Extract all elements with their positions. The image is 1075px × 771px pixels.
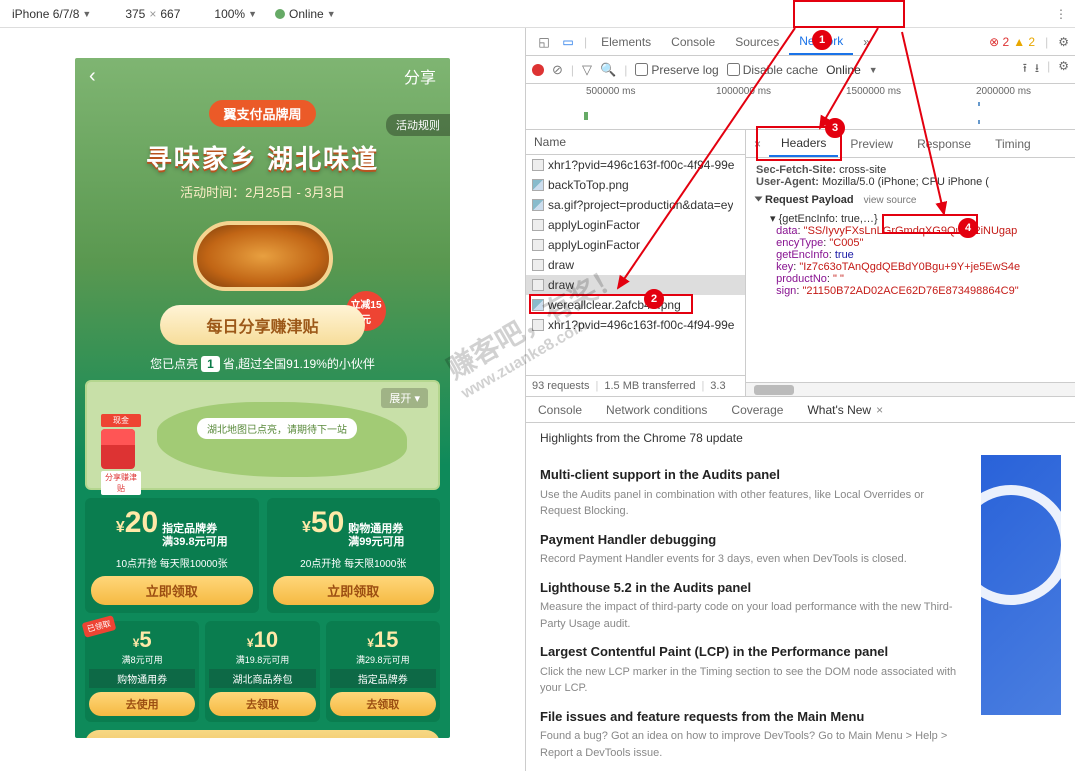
promo-image xyxy=(981,455,1061,715)
claim-button[interactable]: 立即领取 xyxy=(91,576,253,605)
back-icon[interactable]: ‹ xyxy=(89,65,96,88)
map-hint: 湖北地图已点亮，请期待下一站 xyxy=(197,418,357,439)
hero-title: 寻味家乡 湖北味道 xyxy=(75,139,450,176)
claim-button[interactable]: 立即领取 xyxy=(273,576,435,605)
whats-new-body: Multi-client support in the Audits panel… xyxy=(540,455,967,761)
preserve-log-checkbox[interactable]: Preserve log xyxy=(635,63,718,77)
record-icon[interactable] xyxy=(532,64,544,76)
tab-network[interactable]: Network xyxy=(789,28,853,55)
request-row[interactable]: applyLoginFactor xyxy=(526,235,745,255)
coupon-15: ¥15 满29.8元可用 指定品牌券 去领取 xyxy=(326,621,440,722)
online-select[interactable]: Online xyxy=(826,63,861,77)
request-row[interactable]: draw xyxy=(526,275,745,295)
throttle-select[interactable]: Online▼ xyxy=(275,7,336,21)
tab-console[interactable]: Console xyxy=(661,28,725,55)
share-button[interactable]: 分享 xyxy=(404,64,436,88)
news-item-title[interactable]: File issues and feature requests from th… xyxy=(540,707,967,727)
daily-share-button[interactable]: 每日分享赚津贴 xyxy=(160,305,364,345)
drawer: Console Network conditions Coverage What… xyxy=(526,396,1075,771)
request-row[interactable]: xhr1?pvid=496c163f-f00c-4f94-99e xyxy=(526,155,745,175)
viewport-width[interactable]: 375 xyxy=(125,7,145,21)
claim-button[interactable]: 去领取 xyxy=(209,692,315,716)
device-select[interactable]: iPhone 6/7/8▼ xyxy=(12,7,91,21)
claim-button[interactable]: 去领取 xyxy=(330,692,436,716)
close-detail-icon[interactable]: × xyxy=(746,130,769,157)
use-button[interactable]: 去使用 xyxy=(89,692,195,716)
coupon-20: ¥20指定品牌券满39.8元可用 10点开抢 每天限10000张 立即领取 xyxy=(85,498,259,613)
hero-image xyxy=(193,221,333,291)
headers-body: Sec-Fetch-Site: cross-site User-Agent: M… xyxy=(746,158,1075,382)
drawer-tab-coverage[interactable]: Coverage xyxy=(719,397,795,422)
zoom-select[interactable]: 100%▼ xyxy=(214,7,257,21)
horizontal-scrollbar[interactable] xyxy=(746,382,1075,396)
devtools-tabs: ◱ ▭ | Elements Console Sources Network »… xyxy=(526,28,1075,56)
detail-tabs: × Headers Preview Response Timing xyxy=(746,130,1075,158)
red-envelope-icon: 现金 分享赚津贴 xyxy=(101,414,141,495)
request-list: xhr1?pvid=496c163f-f00c-4f94-99ebackToTo… xyxy=(526,155,745,375)
news-item-title[interactable]: Multi-client support in the Audits panel xyxy=(540,465,967,485)
coupon-50: ¥50购物通用券满99元可用 20点开抢 每天限1000张 立即领取 xyxy=(267,498,441,613)
network-toolbar: ⊘ | ▽ 🔍 | Preserve log Disable cache Onl… xyxy=(526,56,1075,84)
brand-pill: 翼支付品牌周 xyxy=(209,100,315,127)
section-banner: 湖北精选地道美味 xyxy=(85,730,440,738)
map-card[interactable]: 展开 ▾ 现金 分享赚津贴 湖北地图已点亮，请期待下一站 xyxy=(85,380,440,490)
drawer-tab-network-conditions[interactable]: Network conditions xyxy=(594,397,719,422)
devtools-panel: ◱ ▭ | Elements Console Sources Network »… xyxy=(525,28,1075,771)
drawer-tab-console[interactable]: Console xyxy=(526,397,594,422)
tabs-overflow-icon[interactable]: » xyxy=(853,28,880,55)
view-source-link[interactable]: view source xyxy=(864,195,917,206)
name-column-header[interactable]: Name xyxy=(526,130,745,155)
tab-sources[interactable]: Sources xyxy=(725,28,789,55)
disable-cache-checkbox[interactable]: Disable cache xyxy=(727,63,818,77)
hero-subtitle: 活动时间：2月25日 - 3月3日 xyxy=(75,182,450,201)
error-badge[interactable]: ⊗ 2 xyxy=(989,35,1009,49)
tab-headers[interactable]: Headers xyxy=(769,130,838,157)
search-icon[interactable]: 🔍 xyxy=(600,62,616,78)
coupon-10: ¥10 满19.8元可用 湖北商品券包 去领取 xyxy=(205,621,319,722)
export-icon[interactable]: ⭳ xyxy=(1035,59,1039,80)
timeline-overview[interactable]: 500000 ms 1000000 ms 1500000 ms 2000000 … xyxy=(526,84,1075,130)
tab-timing[interactable]: Timing xyxy=(983,130,1043,157)
clear-icon[interactable]: ⊘ xyxy=(552,62,563,78)
request-row[interactable]: draw xyxy=(526,255,745,275)
device-toolbar: iPhone 6/7/8▼ 375 × 667 100%▼ Online▼ ⋮ xyxy=(0,0,1075,28)
expand-button[interactable]: 展开 ▾ xyxy=(381,388,428,408)
warning-badge[interactable]: ▲ 2 xyxy=(1013,35,1035,49)
viewport-height[interactable]: 667 xyxy=(160,7,180,21)
device-frame: ‹ 分享 翼支付品牌周 活动规则 寻味家乡 湖北味道 活动时间：2月25日 - … xyxy=(0,28,525,771)
request-row[interactable]: backToTop.png xyxy=(526,175,745,195)
inspect-icon[interactable]: ◱ xyxy=(536,34,552,50)
progress-text: 您已点亮1省,超过全国91.19%的小伙伴 xyxy=(75,355,450,372)
tab-elements[interactable]: Elements xyxy=(591,28,661,55)
tab-preview[interactable]: Preview xyxy=(838,130,905,157)
news-item-title[interactable]: Lighthouse 5.2 in the Audits panel xyxy=(540,578,967,598)
tab-response[interactable]: Response xyxy=(905,130,983,157)
news-item-title[interactable]: Payment Handler debugging xyxy=(540,530,967,550)
coupon-5: 已领取 ¥5 满8元可用 购物通用券 去使用 xyxy=(85,621,199,722)
device-toggle-icon[interactable]: ▭ xyxy=(560,34,576,50)
close-icon[interactable]: × xyxy=(876,403,883,417)
phone-viewport: ‹ 分享 翼支付品牌周 活动规则 寻味家乡 湖北味道 活动时间：2月25日 - … xyxy=(75,58,450,738)
request-row[interactable]: wereallclear.2afcb4e.png xyxy=(526,295,745,315)
request-row[interactable]: xhr1?pvid=496c163f-f00c-4f94-99e xyxy=(526,315,745,335)
news-item-title[interactable]: Largest Contentful Paint (LCP) in the Pe… xyxy=(540,642,967,662)
request-row[interactable]: applyLoginFactor xyxy=(526,215,745,235)
request-row[interactable]: sa.gif?project=production&data=ey xyxy=(526,195,745,215)
rules-button[interactable]: 活动规则 xyxy=(386,114,450,136)
import-icon[interactable]: ⭱ xyxy=(1023,59,1027,80)
drawer-tab-whats-new[interactable]: What's New× xyxy=(795,397,895,422)
settings-icon[interactable]: ⚙ xyxy=(1058,35,1069,49)
more-icon[interactable]: ⋮ xyxy=(1055,7,1067,21)
highlights-heading: Highlights from the Chrome 78 update xyxy=(526,423,1075,445)
filter-icon[interactable]: ▽ xyxy=(582,62,592,78)
net-settings-icon[interactable]: ⚙ xyxy=(1058,59,1069,80)
request-summary: 93 requests|1.5 MB transferred|3.3 xyxy=(526,375,745,396)
